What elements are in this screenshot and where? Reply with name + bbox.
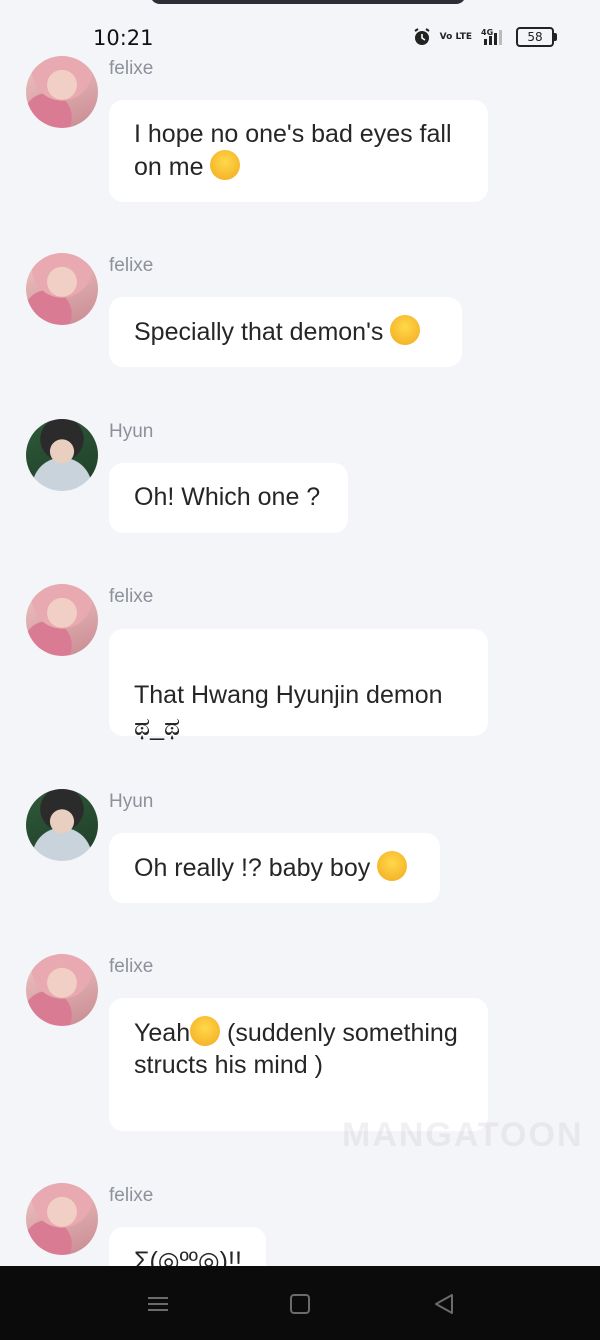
avatar[interactable] <box>26 56 98 128</box>
sender-name: felixe <box>109 586 154 607</box>
sender-name: felixe <box>109 956 154 977</box>
navigation-bar <box>0 1266 600 1340</box>
message-bubble: Σ(◎ºº◎)!! <box>109 1227 266 1266</box>
message-bubble: I hope no one's bad eyes fall on me <box>109 100 488 202</box>
avatar[interactable] <box>26 1183 98 1255</box>
message-text: Oh really !? baby boy <box>134 854 371 882</box>
message-bubble: That Hwang Hyunjin demon ಥ_ಥ <box>109 629 488 741</box>
message-bubble: Oh really !? baby boy <box>109 833 440 903</box>
sender-name: felixe <box>109 1185 154 1206</box>
message-bubble: Oh! Which one ? <box>109 463 348 533</box>
message-bubble: Yeah (suddenly something structs his min… <box>109 998 488 1131</box>
watermark: MANGATOON <box>342 1116 584 1154</box>
message-text: Specially that demon's <box>134 318 384 346</box>
message-bubble: Specially that demon's <box>109 297 462 367</box>
message-text: Oh! Which one ? <box>134 483 321 511</box>
back-triangle-icon[interactable] <box>430 1290 458 1318</box>
sender-name: Hyun <box>109 421 154 442</box>
smirking-face-icon <box>377 851 408 881</box>
avatar[interactable] <box>26 954 98 1026</box>
home-square-icon[interactable] <box>286 1290 314 1318</box>
message-text: That Hwang Hyunjin demon ಥ_ಥ <box>134 681 443 741</box>
menu-icon[interactable] <box>144 1290 172 1318</box>
avatar[interactable] <box>26 419 98 491</box>
sender-name: Hyun <box>109 791 154 812</box>
relieved-face-icon <box>190 1016 221 1046</box>
message-text: I hope no one's bad eyes fall on me <box>134 120 452 181</box>
avatar[interactable] <box>26 584 98 656</box>
sender-name: felixe <box>109 58 154 79</box>
sneezing-face-icon <box>390 315 421 345</box>
sender-name: felixe <box>109 255 154 276</box>
avatar[interactable] <box>26 789 98 861</box>
relieved-face-icon <box>210 150 241 180</box>
message-text: Σ(◎ºº◎)!! <box>134 1247 242 1266</box>
chat-message-list[interactable]: felixe I hope no one's bad eyes fall on … <box>0 0 600 1266</box>
message-text-start: Yeah <box>134 1019 191 1047</box>
avatar[interactable] <box>26 253 98 325</box>
